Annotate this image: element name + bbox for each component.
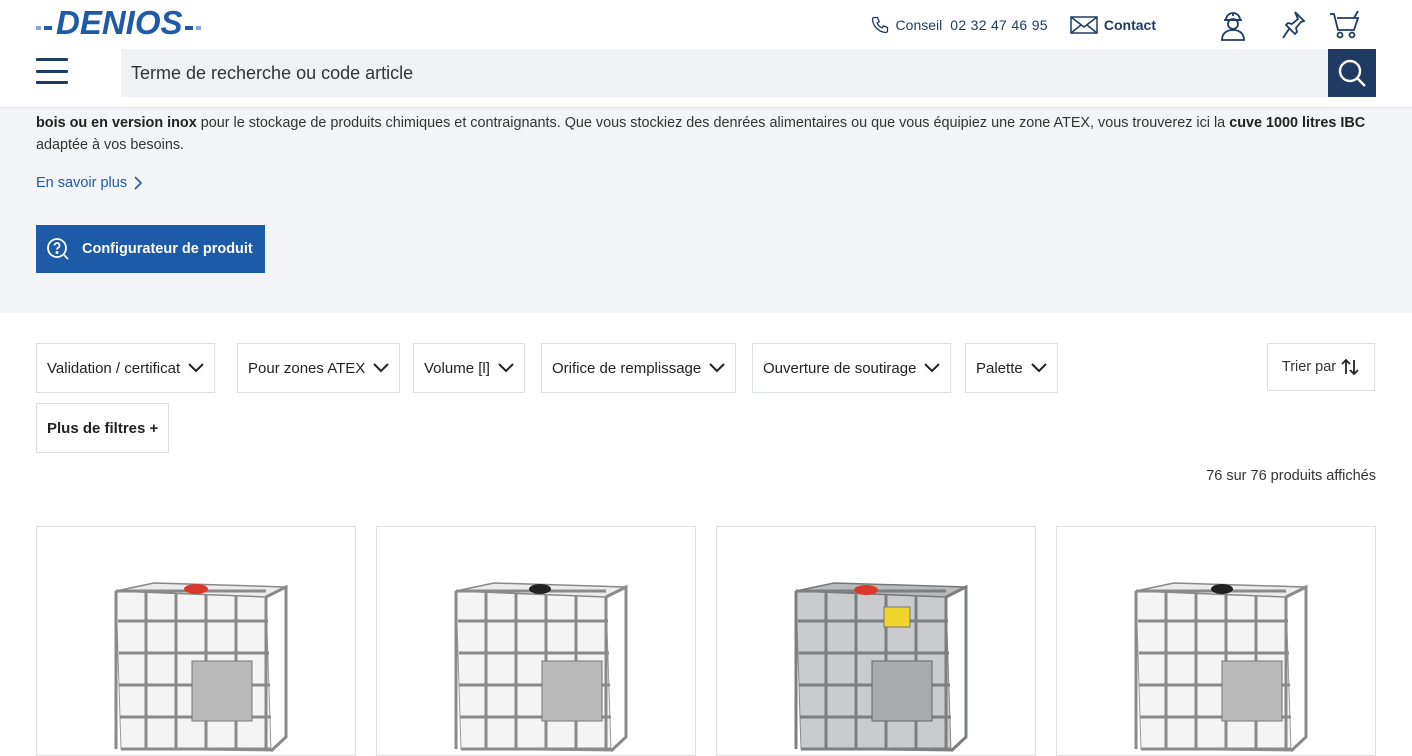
configurator-button[interactable]: Configurateur de produit <box>36 225 265 273</box>
chevron-down-icon <box>188 363 204 373</box>
filter-outlet[interactable]: Ouverture de soutirage <box>752 343 952 393</box>
product-card[interactable] <box>716 526 1036 756</box>
cart-button[interactable] <box>1328 8 1362 42</box>
contact-link[interactable]: Contact <box>1070 15 1156 35</box>
cap <box>529 584 551 594</box>
ibc-tank-image <box>794 582 968 753</box>
intro-text-2: pour le stockage de produits chimiques e… <box>196 115 1230 131</box>
cap <box>1211 584 1233 594</box>
cart-icon <box>1330 10 1360 39</box>
filter-label: Volume [l] <box>424 359 490 377</box>
question-circle-icon <box>47 238 69 260</box>
filter-label: Palette <box>976 359 1023 377</box>
search-input[interactable] <box>121 49 1328 97</box>
logo-dots <box>36 26 52 30</box>
learn-more-link[interactable]: En savoir plus <box>36 175 143 191</box>
chevron-down-icon <box>498 363 514 373</box>
intro-bold-2: cuve 1000 litres IBC <box>1229 115 1366 131</box>
product-card[interactable] <box>376 526 696 756</box>
intro-bold-1: bois ou en version inox <box>36 115 197 131</box>
menu-button[interactable] <box>36 56 68 86</box>
contact-label: Contact <box>1103 17 1156 33</box>
account-icon <box>1221 12 1245 41</box>
logo-text: DENIOS <box>56 4 183 41</box>
logo-tail <box>184 26 201 30</box>
notes-button[interactable] <box>1277 8 1311 42</box>
ibc-tank-image <box>114 582 288 753</box>
phone-number: 02 32 47 46 95 <box>950 17 1048 33</box>
account-button[interactable] <box>1216 8 1250 42</box>
chevron-down-icon <box>709 363 725 373</box>
filter-atex[interactable]: Pour zones ATEX <box>237 343 401 393</box>
chevron-down-icon <box>1030 363 1047 373</box>
chevron-down-icon <box>373 363 390 373</box>
menu-icon-bar <box>36 69 68 73</box>
filter-pallet[interactable]: Palette <box>965 343 1058 393</box>
phone-link[interactable]: Conseil 02 32 47 46 95 <box>870 15 1048 35</box>
filter-label: Orifice de remplissage <box>552 359 702 377</box>
sort-arrows-icon <box>1341 358 1359 376</box>
learn-more-label: En savoir plus <box>36 175 128 191</box>
phone-label: Conseil <box>895 17 943 33</box>
search-icon <box>1338 59 1366 87</box>
search-button[interactable] <box>1328 49 1376 97</box>
more-filters-button[interactable]: Plus de filtres + <box>36 403 170 453</box>
cap <box>854 585 878 595</box>
menu-icon-bar <box>36 81 68 84</box>
chevron-right-icon <box>134 176 143 190</box>
ibc-tank-image <box>454 582 628 753</box>
sort-label: Trier par <box>1281 359 1337 375</box>
product-card[interactable] <box>1056 526 1376 756</box>
ibc-tank-image <box>1134 582 1308 753</box>
site-header: DENIOS Conseil 02 32 47 46 95 Contact <box>0 0 1412 108</box>
filter-label: Pour zones ATEX <box>248 359 366 377</box>
menu-icon-bar <box>36 58 68 61</box>
mail-icon <box>1070 16 1098 34</box>
filter-label: Validation / certificat <box>47 359 181 377</box>
filter-fill-opening[interactable]: Orifice de remplissage <box>541 343 737 393</box>
intro-text: bois ou en version inox pour le stockage… <box>36 112 1376 156</box>
chevron-down-icon <box>924 363 941 373</box>
filter-validation[interactable]: Validation / certificat <box>36 343 216 393</box>
sort-button[interactable]: Trier par <box>1267 343 1375 391</box>
filter-label: Ouverture de soutirage <box>763 359 917 377</box>
cap <box>184 584 208 594</box>
intro-text-4: adaptée à vos besoins. <box>36 137 185 153</box>
pin-icon <box>1282 11 1306 39</box>
denios-logo[interactable]: DENIOS <box>36 4 201 41</box>
header-contact-bar: Conseil 02 32 47 46 95 Contact <box>870 12 1178 38</box>
more-filters-label: Plus de filtres + <box>47 419 159 437</box>
phone-icon <box>871 16 888 34</box>
result-count: 76 sur 76 produits affichés <box>1206 468 1376 484</box>
product-card[interactable] <box>36 526 356 756</box>
category-intro: bois ou en version inox pour le stockage… <box>0 108 1412 313</box>
configurator-label: Configurateur de produit <box>82 241 253 257</box>
filter-volume[interactable]: Volume [l] <box>413 343 525 393</box>
